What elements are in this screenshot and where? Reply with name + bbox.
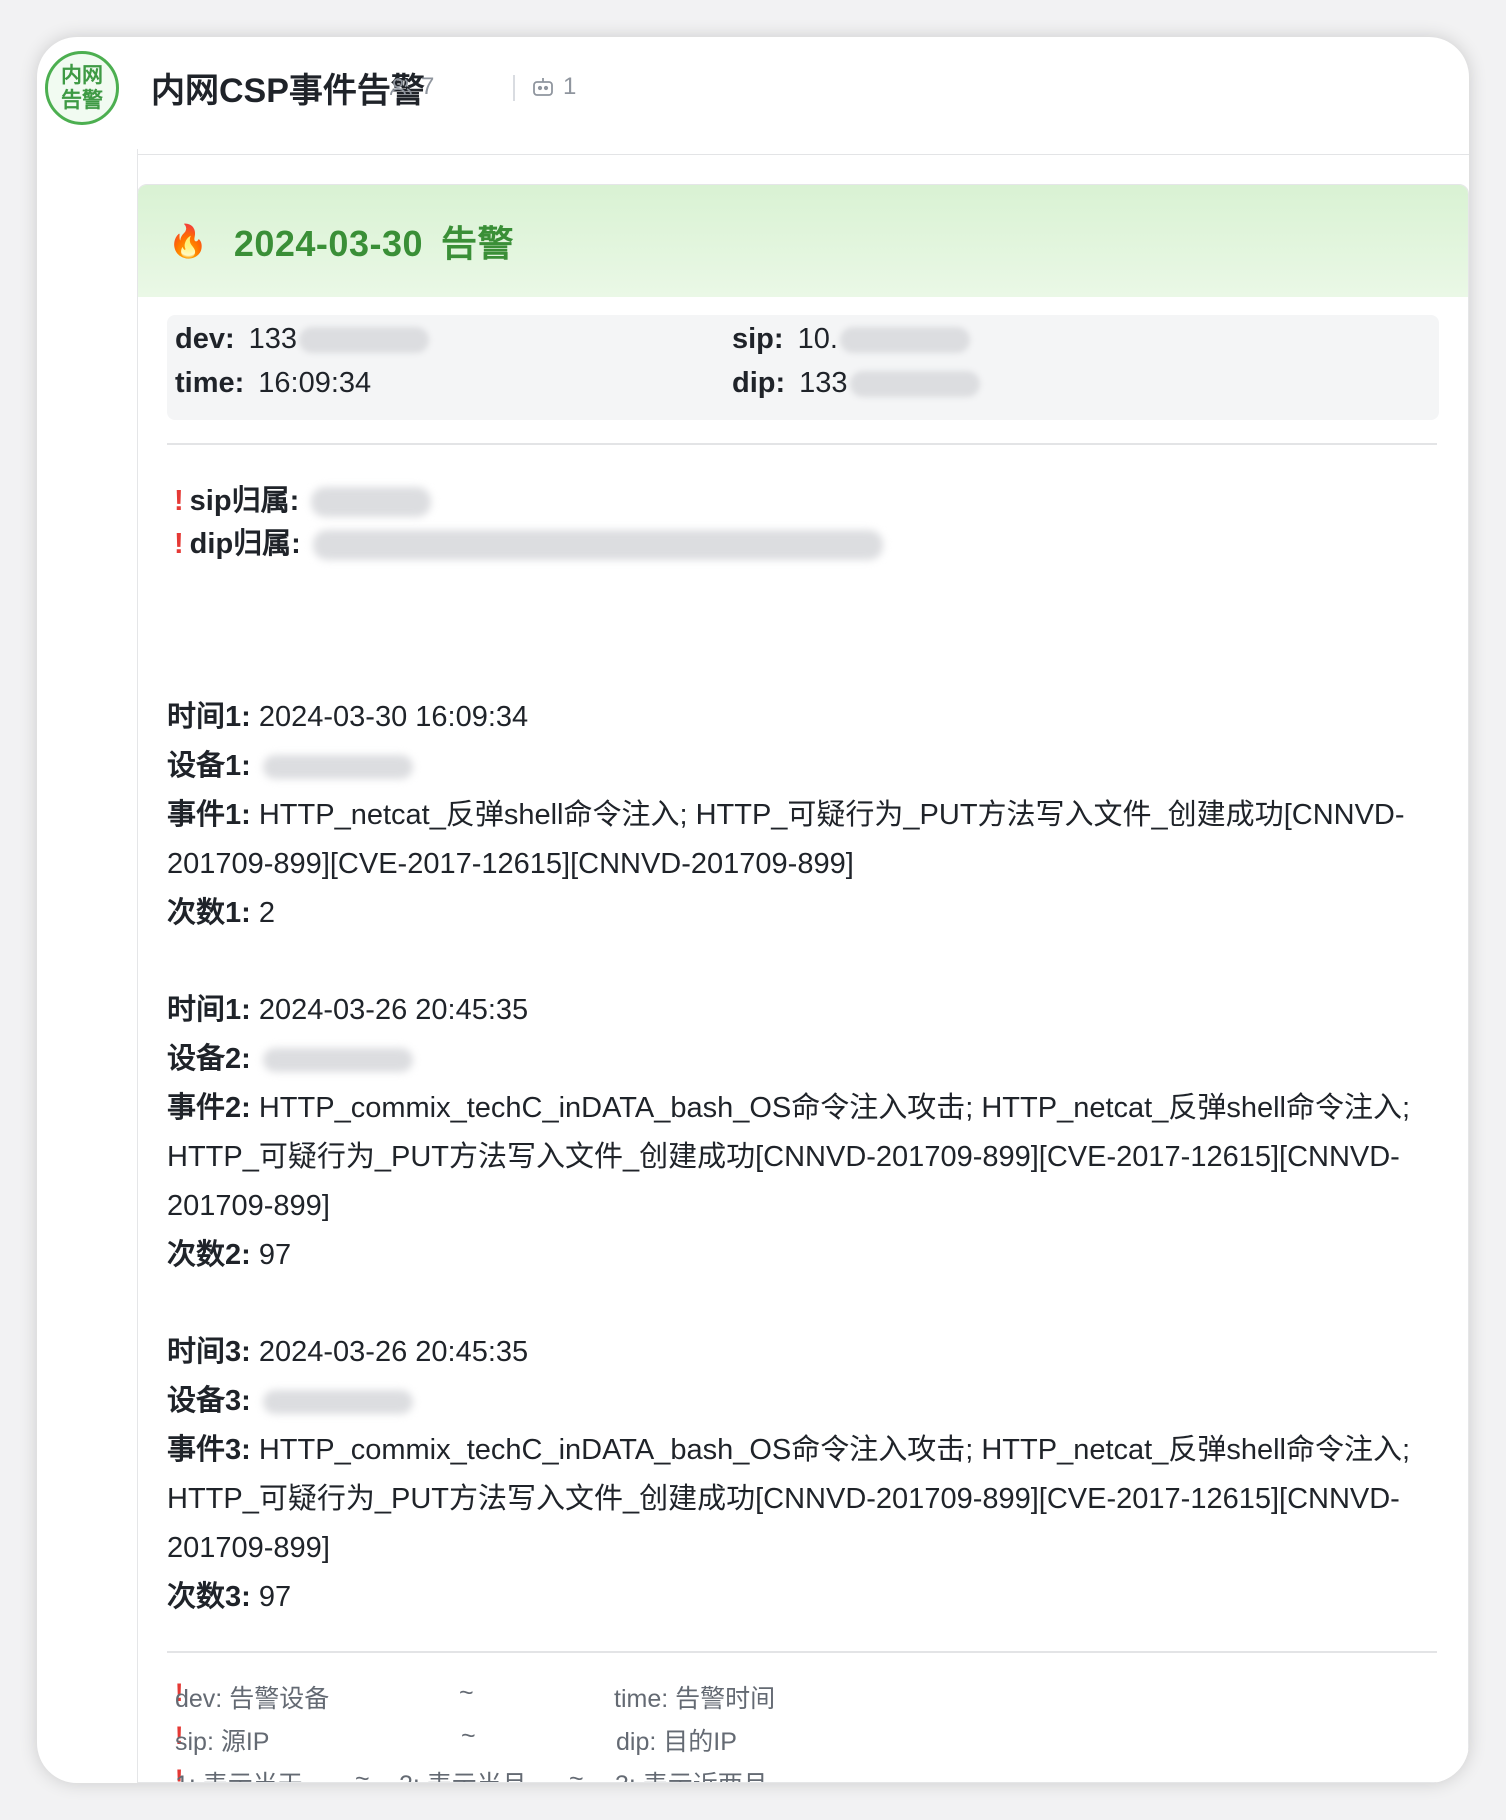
legend-dip: dip: 目的IP — [616, 1728, 737, 1756]
event-name-label: 事件1: — [167, 799, 251, 831]
time-value: 16:09:34 — [258, 367, 372, 399]
dip-label: dip: — [732, 367, 786, 399]
event-time-value: 2024-03-30 16:09:34 — [258, 701, 529, 733]
legend-separator: ~ — [569, 1765, 584, 1783]
avatar-line-1: 内网 — [61, 64, 103, 87]
group-title[interactable]: 内网CSP事件告警 — [151, 63, 425, 112]
members-icon — [390, 78, 412, 96]
time-field: time: 16:09:34 — [175, 367, 371, 400]
legend-day: 1: 表示当天 — [175, 1765, 303, 1782]
sip-label: sip: — [732, 323, 784, 355]
message-separator — [137, 154, 1469, 155]
event-count-value: 97 — [258, 1581, 292, 1613]
legend-time: time: 告警时间 — [614, 1685, 776, 1713]
event-time-value: 2024-03-26 20:45:35 — [258, 1336, 529, 1368]
legend-month: 2: 表示当月 — [399, 1765, 527, 1782]
event-time-label: 时间3: — [167, 1336, 251, 1368]
alert-summary-box: dev: 133 sip: 10. time: 16:09:34 dip: 133 — [167, 315, 1439, 420]
dev-field: dev: 133 — [175, 323, 430, 356]
alert-date: 2024-03-30 — [233, 223, 423, 264]
event-name-label: 事件3: — [167, 1434, 251, 1466]
bot-icon — [533, 78, 553, 96]
sip-redacted — [839, 327, 970, 354]
event-count-value: 97 — [258, 1239, 292, 1271]
fire-icon: 🔥 — [168, 223, 208, 259]
event-name-value: HTTP_commix_techC_inDATA_bash_OS命令注入攻击; … — [167, 1434, 1411, 1564]
dev-label: dev: — [175, 323, 235, 355]
section-divider-bottom — [167, 1651, 1437, 1653]
event-device-label: 设备3: — [167, 1385, 251, 1417]
event-device-redacted — [262, 1390, 413, 1415]
group-avatar[interactable]: 内网 告警 — [45, 51, 119, 125]
members-count: 7 — [421, 73, 435, 100]
dip-owner-redacted — [312, 530, 883, 561]
event-block: 时间3: 2024-03-26 20:45:35 设备3: 事件3: HTTP_… — [167, 1328, 1447, 1622]
legend-sip: sip: 源IP — [175, 1728, 270, 1756]
members-button[interactable]: 7 — [389, 73, 434, 101]
avatar-line-2: 告警 — [61, 89, 103, 112]
alert-title-suffix: 告警 — [441, 223, 515, 264]
sip-owner-redacted — [311, 487, 432, 518]
event-count-value: 2 — [258, 897, 275, 929]
event-count-label: 次数1: — [167, 897, 251, 929]
dev-value: 133 — [248, 323, 298, 355]
event-count-label: 次数3: — [167, 1581, 251, 1613]
legend-separator: ~ — [459, 1679, 474, 1707]
dev-redacted — [299, 327, 430, 354]
event-name-value: HTTP_commix_techC_inDATA_bash_OS命令注入攻击; … — [167, 1092, 1411, 1222]
legend-separator: ~ — [461, 1722, 476, 1750]
event-name-value: HTTP_netcat_反弹shell命令注入; HTTP_可疑行为_PUT方法… — [167, 799, 1405, 880]
event-block: 时间1: 2024-03-26 20:45:35 设备2: 事件2: HTTP_… — [167, 986, 1447, 1280]
legend-two-months: 3: 表示近两月 — [615, 1765, 768, 1782]
chat-window: 内网 告警 内网CSP事件告警 7 1 🔥 2024-03-30 告警 dev:… — [37, 37, 1469, 1783]
event-block: 时间1: 2024-03-30 16:09:34 设备1: 事件1: HTTP_… — [167, 693, 1447, 938]
sip-owner-row: ! sip归属: — [174, 477, 432, 519]
event-time-label: 时间1: — [167, 701, 251, 733]
event-device-label: 设备1: — [167, 750, 251, 782]
exclamation-icon: ! — [174, 485, 184, 517]
event-device-label: 设备2: — [167, 1043, 251, 1075]
sip-field: sip: 10. — [732, 323, 970, 356]
event-device-redacted — [262, 1048, 413, 1073]
dip-owner-row: ! dip归属: — [174, 520, 883, 562]
dip-field: dip: 133 — [732, 367, 980, 400]
legend-separator: ~ — [355, 1765, 370, 1783]
legend-dev: dev: 告警设备 — [175, 1685, 330, 1713]
time-label: time: — [175, 367, 245, 399]
meta-divider — [513, 75, 515, 101]
dip-redacted — [849, 371, 980, 398]
bots-button[interactable]: 1 — [531, 73, 576, 101]
alert-card-header: 🔥 2024-03-30 告警 — [138, 185, 1468, 297]
dip-owner-label: dip归属: — [189, 528, 301, 560]
event-name-label: 事件2: — [167, 1092, 251, 1124]
sip-value: 10. — [797, 323, 838, 355]
chat-header: 内网 告警 内网CSP事件告警 7 1 — [37, 37, 1469, 149]
bots-count: 1 — [563, 73, 577, 100]
event-list: 时间1: 2024-03-30 16:09:34 设备1: 事件1: HTTP_… — [167, 693, 1447, 1622]
alert-card: 🔥 2024-03-30 告警 dev: 133 sip: 10. time: 16:0… — [137, 184, 1469, 1783]
section-divider-top — [167, 443, 1437, 445]
dip-value: 133 — [799, 367, 848, 399]
sip-owner-label: sip归属: — [189, 485, 300, 517]
event-device-redacted — [262, 755, 413, 780]
event-count-label: 次数2: — [167, 1239, 251, 1271]
alert-card-title: 2024-03-30 告警 — [234, 215, 514, 267]
event-time-label: 时间1: — [167, 994, 251, 1026]
exclamation-icon: ! — [174, 528, 184, 560]
event-time-value: 2024-03-26 20:45:35 — [258, 994, 529, 1026]
